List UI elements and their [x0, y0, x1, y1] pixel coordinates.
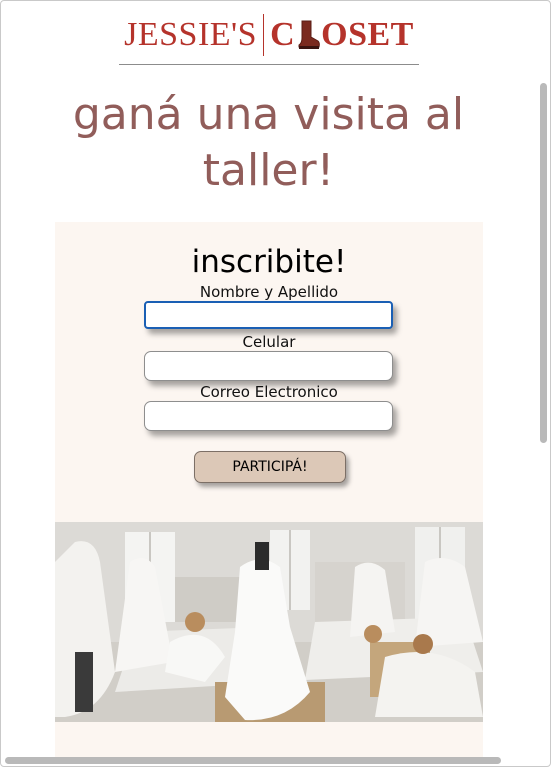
- atelier-photo-image: [55, 522, 483, 722]
- phone-label: Celular: [242, 333, 296, 351]
- atelier-photo: [55, 522, 483, 722]
- logo-text-right: C OSET: [270, 18, 414, 52]
- name-input[interactable]: [144, 301, 393, 329]
- brand-logo[interactable]: JESSIE'S C OSET: [119, 9, 419, 61]
- email-label: Correo Electronico: [200, 383, 338, 401]
- name-label: Nombre y Apellido: [199, 283, 339, 301]
- form-title: inscribite!: [191, 244, 347, 280]
- vertical-scrollbar[interactable]: [538, 3, 549, 755]
- logo-letter-c: C: [270, 16, 296, 53]
- header-divider: [119, 64, 419, 65]
- browser-page: JESSIE'S C OSET ganá una visita al talle…: [0, 0, 551, 767]
- boot-icon: [298, 20, 320, 49]
- vertical-scrollbar-thumb[interactable]: [540, 83, 547, 443]
- horizontal-scrollbar-thumb[interactable]: [5, 757, 501, 764]
- logo-text-left: JESSIE'S: [124, 16, 258, 53]
- signup-form: inscribite! Nombre y Apellido Celular Co…: [55, 222, 483, 522]
- horizontal-scrollbar[interactable]: [3, 754, 537, 765]
- submit-button[interactable]: PARTICIPÁ!: [194, 451, 346, 483]
- email-input[interactable]: [144, 401, 393, 431]
- phone-input[interactable]: [144, 351, 393, 381]
- logo-divider: [263, 14, 265, 56]
- page-headline: ganá una visita al taller!: [72, 89, 465, 196]
- logo-letters-oset: OSET: [321, 16, 414, 53]
